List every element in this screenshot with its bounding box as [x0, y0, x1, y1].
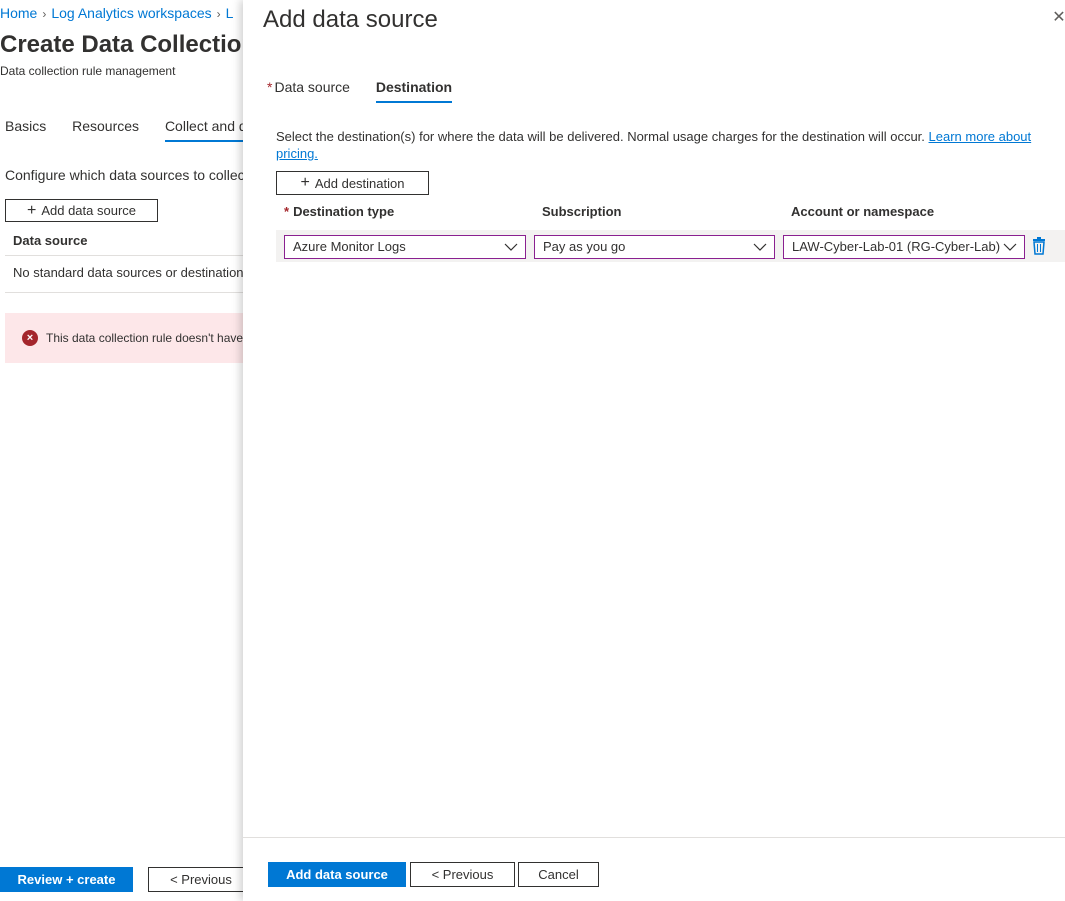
- destination-type-header: * Destination type: [284, 204, 394, 219]
- subscription-dropdown[interactable]: Pay as you go: [534, 235, 775, 259]
- review-create-button[interactable]: Review + create: [0, 867, 133, 892]
- tab-destination[interactable]: Destination: [375, 79, 453, 103]
- chevron-down-icon: [1003, 243, 1017, 251]
- destination-description: Select the destination(s) for where the …: [276, 128, 1046, 162]
- tab-resources[interactable]: Resources: [72, 118, 139, 140]
- error-circle-icon: ×: [22, 330, 38, 346]
- wizard-tabs: Basics Resources Collect and de: [5, 118, 276, 142]
- add-destination-label: Add destination: [314, 175, 405, 191]
- breadcrumb-home[interactable]: Home: [0, 5, 37, 21]
- account-namespace-value: LAW-Cyber-Lab-01 (RG-Cyber-Lab): [792, 239, 1001, 254]
- breadcrumb-truncated[interactable]: L: [226, 5, 234, 21]
- required-marker: *: [267, 79, 273, 95]
- account-namespace-header: Account or namespace: [791, 204, 935, 219]
- add-data-source-blade: Add data source ✕ * Data source Destinati…: [243, 0, 1065, 901]
- trash-icon[interactable]: [1031, 237, 1047, 255]
- data-source-column-header: Data source: [13, 233, 88, 248]
- error-text: This data collection rule doesn't have: [46, 331, 244, 345]
- chevron-down-icon: [504, 243, 518, 251]
- previous-button[interactable]: < Previous: [148, 867, 254, 892]
- breadcrumb: Home › Log Analytics workspaces › L: [0, 5, 233, 21]
- subscription-header: Subscription: [542, 204, 622, 219]
- account-namespace-dropdown[interactable]: LAW-Cyber-Lab-01 (RG-Cyber-Lab): [783, 235, 1025, 259]
- tab-data-source-label: Data source: [274, 79, 350, 95]
- plus-icon: +: [300, 174, 310, 191]
- close-icon[interactable]: ✕: [1052, 10, 1065, 26]
- table-row: No standard data sources or destination: [5, 255, 245, 293]
- chevron-down-icon: [753, 243, 767, 251]
- add-destination-button[interactable]: + Add destination: [276, 171, 429, 195]
- add-data-source-submit-button[interactable]: Add data source: [268, 862, 406, 887]
- add-data-source-label: Add data source: [41, 203, 137, 218]
- page-title: Create Data Collection: [0, 31, 257, 58]
- tab-collect-and-deliver[interactable]: Collect and de: [164, 118, 255, 142]
- blade-title: Add data source: [263, 6, 438, 33]
- blade-tabs: * Data source Destination: [267, 79, 474, 103]
- chevron-right-icon: ›: [216, 7, 221, 21]
- destination-type-dropdown[interactable]: Azure Monitor Logs: [284, 235, 526, 259]
- breadcrumb-log-analytics[interactable]: Log Analytics workspaces: [51, 5, 211, 21]
- page-subtitle: Data collection rule management: [0, 64, 176, 78]
- footer-divider: [243, 837, 1065, 838]
- description-text: Select the destination(s) for where the …: [276, 129, 925, 144]
- tab-basics[interactable]: Basics: [5, 118, 46, 140]
- chevron-right-icon: ›: [42, 7, 47, 21]
- add-data-source-button[interactable]: + Add data source: [5, 199, 158, 222]
- empty-row-text: No standard data sources or destination: [13, 265, 244, 280]
- tab-data-source[interactable]: * Data source: [267, 79, 350, 101]
- required-marker: *: [284, 204, 290, 219]
- cancel-button[interactable]: Cancel: [518, 862, 599, 887]
- subscription-value: Pay as you go: [543, 239, 626, 254]
- tab-destination-label: Destination: [375, 79, 453, 95]
- plus-icon: +: [26, 201, 37, 219]
- destination-type-header-label: Destination type: [293, 204, 395, 219]
- destination-row: Azure Monitor Logs Pay as you go LAW-Cyb…: [276, 230, 1065, 262]
- destination-type-value: Azure Monitor Logs: [293, 239, 406, 254]
- collect-description: Configure which data sources to collec: [5, 167, 245, 183]
- previous-button[interactable]: < Previous: [410, 862, 515, 887]
- error-banner: × This data collection rule doesn't have: [5, 313, 245, 363]
